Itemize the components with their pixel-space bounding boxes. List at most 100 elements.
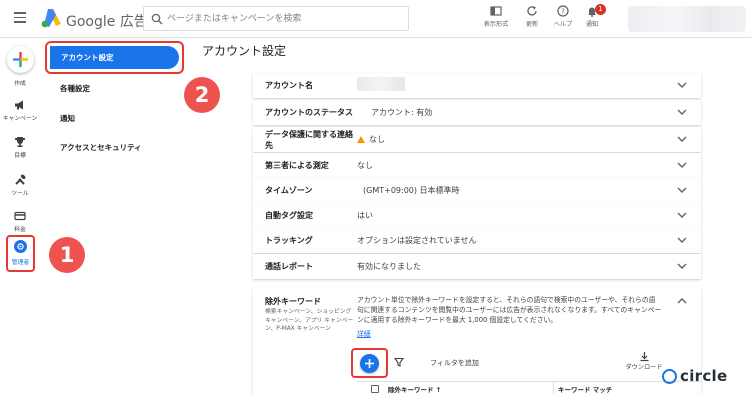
column-header-keyword-text: 除外キーワード <box>388 386 434 394</box>
chevron-up-icon[interactable] <box>677 297 687 305</box>
select-all-checkbox[interactable] <box>371 385 379 393</box>
callout-step-2: 2 <box>184 77 220 113</box>
create-label: 作成 <box>14 81 26 87</box>
download-icon <box>640 352 648 362</box>
callout-step-1: 1 <box>49 237 85 273</box>
chevron-down-icon <box>677 187 687 193</box>
setting-row-tracking[interactable]: トラッキング オプションは設定されていません <box>253 228 701 253</box>
setting-value: なし <box>369 135 385 144</box>
learn-more-link[interactable]: 詳細 <box>357 328 371 338</box>
menu-icon[interactable] <box>14 12 26 24</box>
plus-icon <box>365 359 374 368</box>
view-mode-button[interactable]: 表示形式 <box>476 5 516 28</box>
create-button[interactable] <box>7 46 34 73</box>
settings-sidebar: アカウント設定 各種設定 通知 アクセスとセキュリティ <box>40 38 190 394</box>
sidebar-item-notifications[interactable]: 通知 <box>60 113 75 124</box>
rail-item-billing[interactable]: 料金 <box>0 210 40 233</box>
blurred-account-name <box>357 77 405 91</box>
setting-value-blurred <box>357 77 405 91</box>
rail-item-tools[interactable]: ツール <box>0 174 40 197</box>
sort-arrow-up-icon: ↑ <box>435 386 442 394</box>
chevron-down-icon <box>677 212 687 218</box>
campaigns-label: キャンペーン <box>2 116 38 122</box>
google-ads-logo-icon <box>41 9 61 28</box>
trophy-icon <box>15 137 25 147</box>
setting-label: 第三者による測定 <box>265 161 329 170</box>
megaphone-icon <box>15 100 23 110</box>
filter-icon[interactable] <box>394 357 404 367</box>
setting-label: トラッキング <box>265 236 313 245</box>
watermark-text: circle <box>680 367 728 385</box>
setting-value: (GMT+09:00) 日本標準時 <box>363 186 460 195</box>
setting-row-account-name[interactable]: アカウント名 <box>253 73 701 98</box>
top-bar: Google 広告 表示形式 更新 ? ヘルプ 1 通知 <box>0 0 751 38</box>
rail-item-campaigns[interactable]: キャンペーン <box>0 99 40 122</box>
brand-name: Google 広告 <box>66 14 148 30</box>
setting-row-call-reporting[interactable]: 通話レポート 有効になりました <box>253 254 701 279</box>
column-header-match-type[interactable]: キーワード マッチ <box>558 384 612 394</box>
setting-value: アカウント: 有効 <box>371 108 433 117</box>
page-title: アカウント設定 <box>202 44 287 58</box>
navigation-rail: 作成 キャンペーン 目標 ツール 料金 管理者 <box>0 38 40 394</box>
setting-label: 自動タグ設定 <box>265 211 313 220</box>
view-mode-icon <box>490 6 502 16</box>
refresh-icon <box>527 6 537 16</box>
negative-keywords-title: 除外キーワード <box>265 297 321 306</box>
setting-row-account-status[interactable]: アカウントのステータス アカウント: 有効 <box>253 100 701 125</box>
goals-label: 目標 <box>14 153 26 159</box>
tools-label: ツール <box>11 191 29 197</box>
search-box[interactable] <box>143 6 409 31</box>
sidebar-item-account-settings[interactable]: アカウント設定 <box>50 46 179 69</box>
view-mode-label: 表示形式 <box>483 21 509 28</box>
setting-value-wrap: なし <box>357 134 385 145</box>
setting-label: タイムゾーン <box>265 186 313 195</box>
sidebar-item-preferences[interactable]: 各種設定 <box>60 83 90 94</box>
download-label: ダウンロード <box>625 364 663 371</box>
chevron-down-icon <box>677 136 687 142</box>
add-filter-button[interactable]: フィルタを追加 <box>430 358 479 368</box>
notification-badge: 1 <box>595 4 606 15</box>
setting-label: 通話レポート <box>265 262 313 271</box>
setting-row-third-party[interactable]: 第三者による測定 なし <box>253 153 701 178</box>
help-icon: ? <box>557 5 569 17</box>
credit-card-icon <box>14 211 26 221</box>
negative-keywords-table-header: 除外キーワード ↑ キーワード マッチ <box>357 381 701 394</box>
tools-icon <box>15 174 26 185</box>
negative-keywords-description: 検索キャンペーン、ショッピング キャンペーン、アプリ キャンペーン、P-MAX … <box>265 309 354 332</box>
notifications-label: 通知 <box>585 21 599 28</box>
setting-label: アカウントのステータス <box>265 108 353 117</box>
add-keyword-highlight-frame <box>351 348 388 378</box>
chevron-down-icon <box>677 82 687 88</box>
notifications-button[interactable]: 1 通知 <box>572 4 612 28</box>
chevron-down-icon <box>677 162 687 168</box>
admin-gear-icon <box>14 240 27 253</box>
chevron-down-icon <box>677 263 687 269</box>
rail-item-goals[interactable]: 目標 <box>0 136 40 159</box>
column-divider <box>553 382 554 394</box>
add-negative-keyword-button[interactable] <box>360 354 379 373</box>
setting-row-timezone[interactable]: タイムゾーン (GMT+09:00) 日本標準時 <box>253 178 701 203</box>
setting-value: オプションは設定されていません <box>357 236 477 245</box>
setting-label: データ保護に関する連絡先 <box>265 130 353 150</box>
chevron-down-icon <box>677 109 687 115</box>
setting-row-auto-tagging[interactable]: 自動タグ設定 はい <box>253 203 701 228</box>
search-icon <box>151 13 163 25</box>
negative-keywords-panel: 除外キーワード 検索キャンペーン、ショッピング キャンペーン、アプリ キャンペー… <box>253 287 701 394</box>
negative-keywords-body: アカウント単位で除外キーワードを設定すると、それらの語句で検索中のユーザーや、そ… <box>357 296 662 324</box>
admin-label: 管理者 <box>11 260 30 266</box>
setting-value: 有効になりました <box>357 262 421 271</box>
rail-item-admin[interactable]: 管理者 <box>6 235 35 272</box>
svg-text:?: ? <box>561 8 565 16</box>
setting-value: なし <box>357 161 373 170</box>
column-header-keyword[interactable]: 除外キーワード ↑ <box>388 384 441 394</box>
plus-icon <box>13 52 28 67</box>
account-info-blurred[interactable] <box>628 6 746 32</box>
search-input[interactable] <box>167 11 403 27</box>
circle-watermark: circle <box>662 366 748 390</box>
setting-row-data-protection[interactable]: データ保護に関する連絡先 なし <box>253 127 701 152</box>
sidebar-item-access-security[interactable]: アクセスとセキュリティ <box>60 142 142 153</box>
rail-create-label-wrap: 作成 <box>0 76 40 87</box>
setting-label: アカウント名 <box>265 81 313 90</box>
sidebar-highlight-frame: アカウント設定 <box>45 41 184 74</box>
watermark-circle-icon <box>662 369 677 384</box>
